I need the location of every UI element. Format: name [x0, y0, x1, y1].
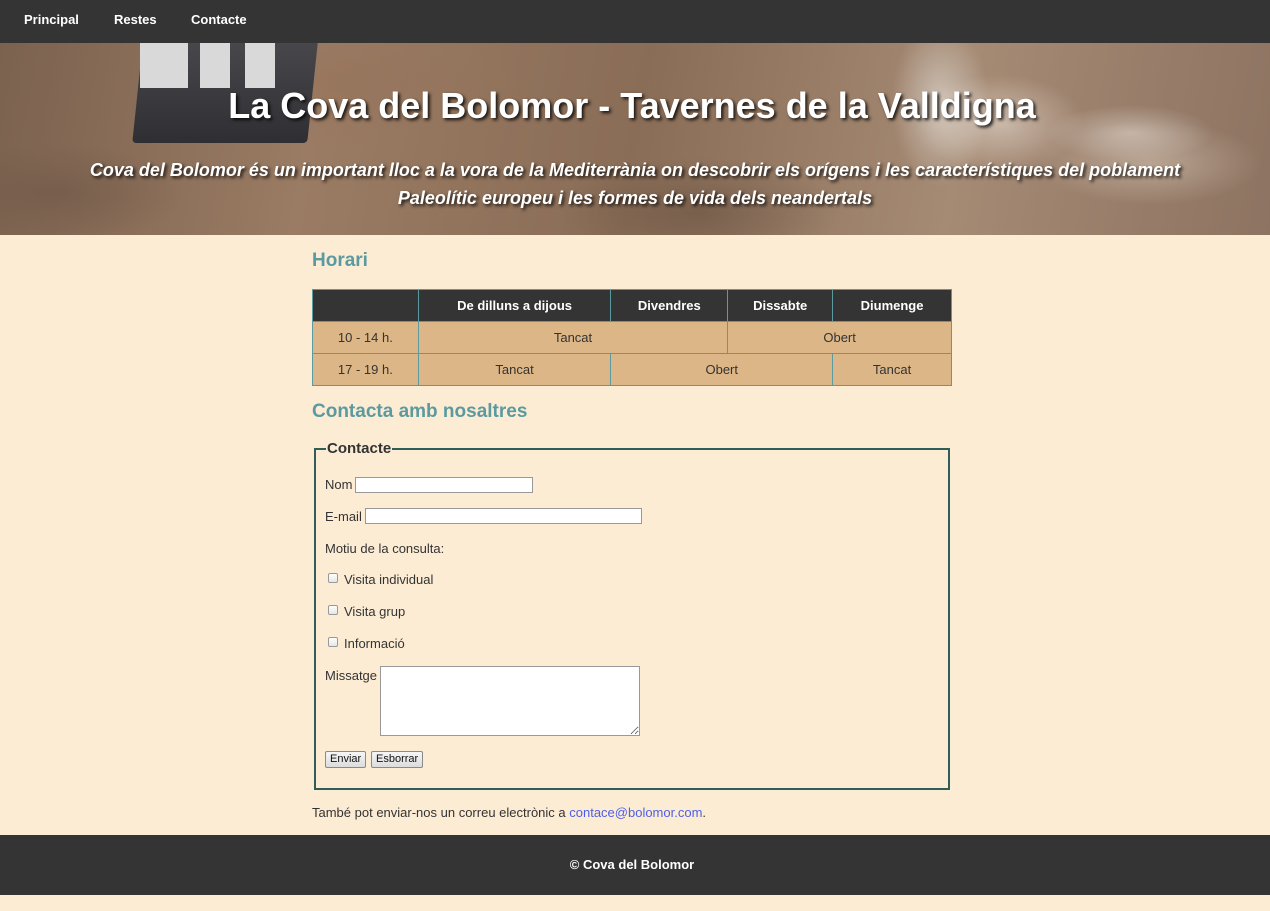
nav-link-restes[interactable]: Restes — [114, 12, 157, 28]
contact-title: Contacta amb nosaltres — [312, 401, 528, 422]
footer: © Cova del Bolomor — [0, 835, 1270, 895]
schedule-time-cell: 10 - 14 h. — [312, 321, 419, 354]
schedule-table: De dilluns a dijous Divendres Dissabte D… — [312, 289, 952, 386]
schedule-header-sat: Dissabte — [727, 289, 834, 322]
nav-link-contacte[interactable]: Contacte — [191, 12, 247, 28]
submit-button[interactable]: Enviar — [325, 751, 367, 768]
schedule-cell: Obert — [610, 353, 834, 386]
schedule-header-sun: Diumenge — [832, 289, 952, 322]
schedule-header-fri: Divendres — [610, 289, 729, 322]
hero-background-tool-b — [200, 43, 300, 88]
nav-link-principal[interactable]: Principal — [24, 12, 79, 28]
name-label: Nom — [325, 477, 353, 492]
schedule-cell: Tancat — [417, 321, 729, 354]
page-title: La Cova del Bolomor - Tavernes de la Val… — [228, 85, 1036, 126]
email-note-prefix: També pot enviar-nos un correu electròni… — [312, 805, 570, 820]
hero-banner: La Cova del Bolomor - Tavernes de la Val… — [0, 43, 1270, 235]
schedule-header-empty — [312, 289, 419, 322]
hero-background-tool — [140, 43, 188, 88]
contact-legend: Contacte — [327, 440, 392, 457]
option-label-informacio: Informació — [344, 636, 405, 651]
reason-label: Motiu de la consulta: — [325, 541, 445, 556]
schedule-cell: Tancat — [417, 353, 612, 386]
checkbox-visita-individual[interactable] — [328, 573, 338, 583]
schedule-title: Horari — [312, 250, 368, 271]
hero-tagline-line1: Cova del Bolomor és un important lloc a … — [89, 160, 1181, 180]
reset-button[interactable]: Esborrar — [371, 751, 424, 768]
email-label: E-mail — [325, 509, 362, 524]
top-nav: Principal Restes Contacte — [0, 0, 1270, 43]
schedule-row-afternoon: 17 - 19 h. Tancat Obert Tancat — [312, 353, 952, 386]
checkbox-informacio[interactable] — [328, 637, 338, 647]
email-note: També pot enviar-nos un correu electròni… — [312, 805, 706, 821]
checkbox-visita-grup[interactable] — [328, 605, 338, 615]
schedule-cell: Obert — [727, 321, 952, 354]
schedule-cell: Tancat — [832, 353, 952, 386]
email-input[interactable] — [365, 508, 642, 524]
email-link[interactable]: contace@bolomor.com — [569, 805, 702, 820]
schedule-time-cell: 17 - 19 h. — [312, 353, 419, 386]
email-note-suffix: . — [702, 805, 707, 820]
option-label-visita-individual: Visita individual — [344, 572, 434, 587]
schedule-row-morning: 10 - 14 h. Tancat Obert — [312, 321, 952, 354]
message-label: Missatge — [325, 668, 378, 683]
name-input[interactable] — [355, 477, 533, 493]
hero-tagline: Cova del Bolomor és un important lloc a … — [30, 156, 1240, 212]
schedule-header-mon-thu: De dilluns a dijous — [417, 289, 612, 322]
option-label-visita-grup: Visita grup — [344, 604, 406, 619]
hero-tagline-line2: Paleolític europeu i les formes de vida … — [397, 188, 873, 208]
schedule-header-row: De dilluns a dijous Divendres Dissabte D… — [312, 289, 952, 322]
footer-copyright: © Cova del Bolomor — [569, 857, 695, 872]
message-textarea[interactable] — [380, 666, 640, 736]
